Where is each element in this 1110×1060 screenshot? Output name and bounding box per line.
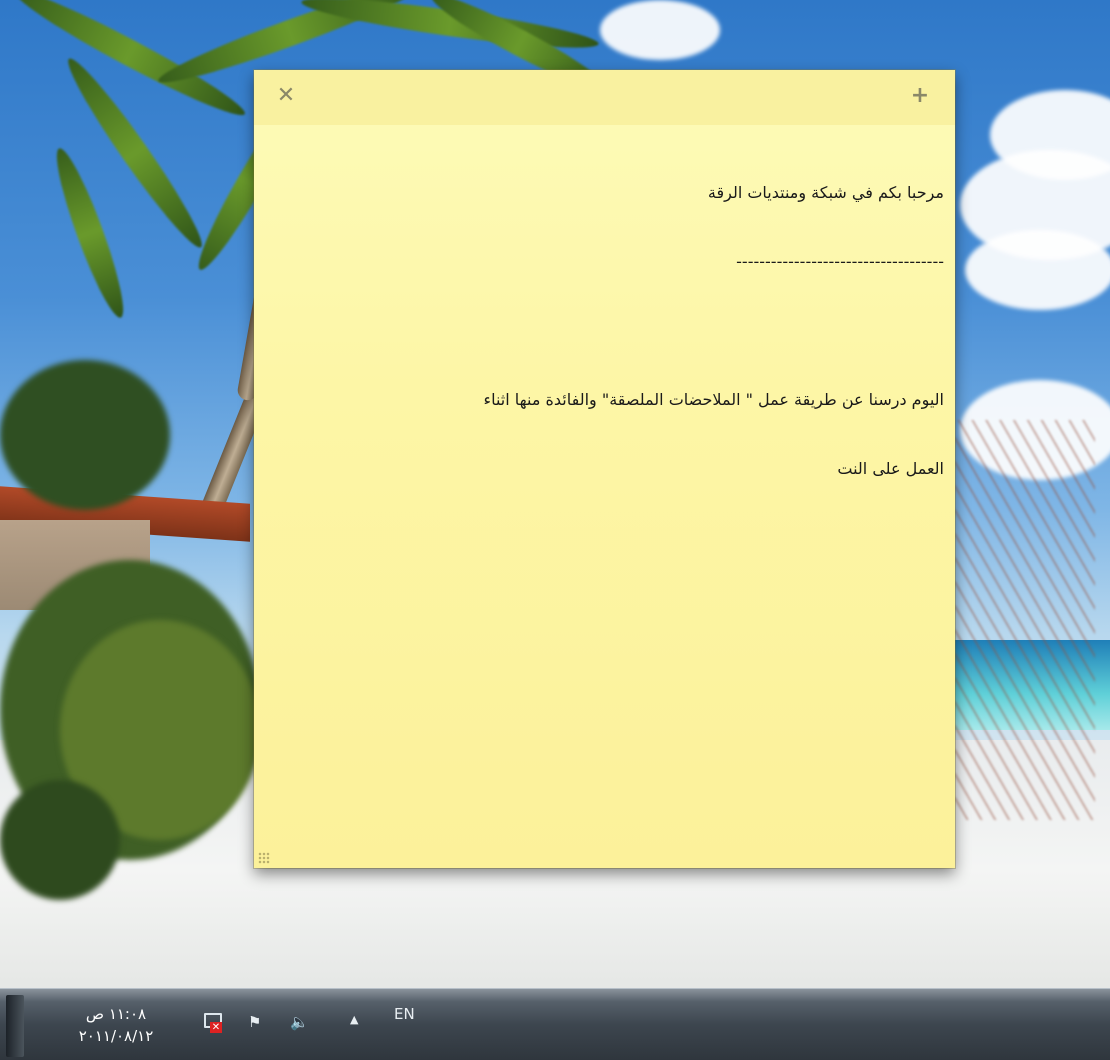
show-desktop-button[interactable]: [6, 995, 24, 1057]
note-line: اليوم درسنا عن طريقة عمل " الملاحضات الم…: [483, 390, 944, 409]
cloud: [965, 230, 1110, 310]
language-indicator[interactable]: EN: [394, 1005, 415, 1023]
note-text-area[interactable]: مرحبا بكم في شبكة ومنتديات الرقة -------…: [264, 135, 944, 835]
palm-frond: [47, 143, 133, 323]
cloud: [600, 0, 720, 60]
volume-icon[interactable]: 🔈: [290, 1013, 309, 1031]
clock-date: ٢٠١١/٠٨/١٢: [78, 1027, 154, 1045]
note-header[interactable]: ✕ +: [254, 70, 955, 125]
note-line: مرحبا بكم في شبكة ومنتديات الرقة: [707, 183, 944, 202]
resize-grip[interactable]: [258, 852, 270, 864]
dry-branches: [955, 420, 1095, 820]
sticky-note[interactable]: ✕ + مرحبا بكم في شبكة ومنتديات الرقة ---…: [254, 70, 955, 868]
note-line: العمل على النت: [837, 459, 944, 478]
clock[interactable]: ١١:٠٨ ص ٢٠١١/٠٨/١٢: [56, 1003, 176, 1047]
taskbar: ١١:٠٨ ص ٢٠١١/٠٨/١٢ ✕ ⚑ 🔈 ▲ EN: [0, 988, 1110, 1060]
flag-icon[interactable]: ⚑: [248, 1013, 261, 1031]
tray-expand-icon[interactable]: ▲: [350, 1011, 358, 1029]
close-icon[interactable]: ✕: [274, 84, 298, 108]
network-error-badge: ✕: [210, 1022, 222, 1033]
note-line: [264, 319, 944, 342]
add-note-icon[interactable]: +: [908, 84, 932, 108]
bush: [0, 360, 170, 510]
network-icon[interactable]: ✕: [200, 1011, 224, 1035]
clock-time: ١١:٠٨ ص: [85, 1005, 147, 1023]
bush: [0, 780, 120, 900]
note-line: ------------------------------------: [736, 252, 944, 271]
